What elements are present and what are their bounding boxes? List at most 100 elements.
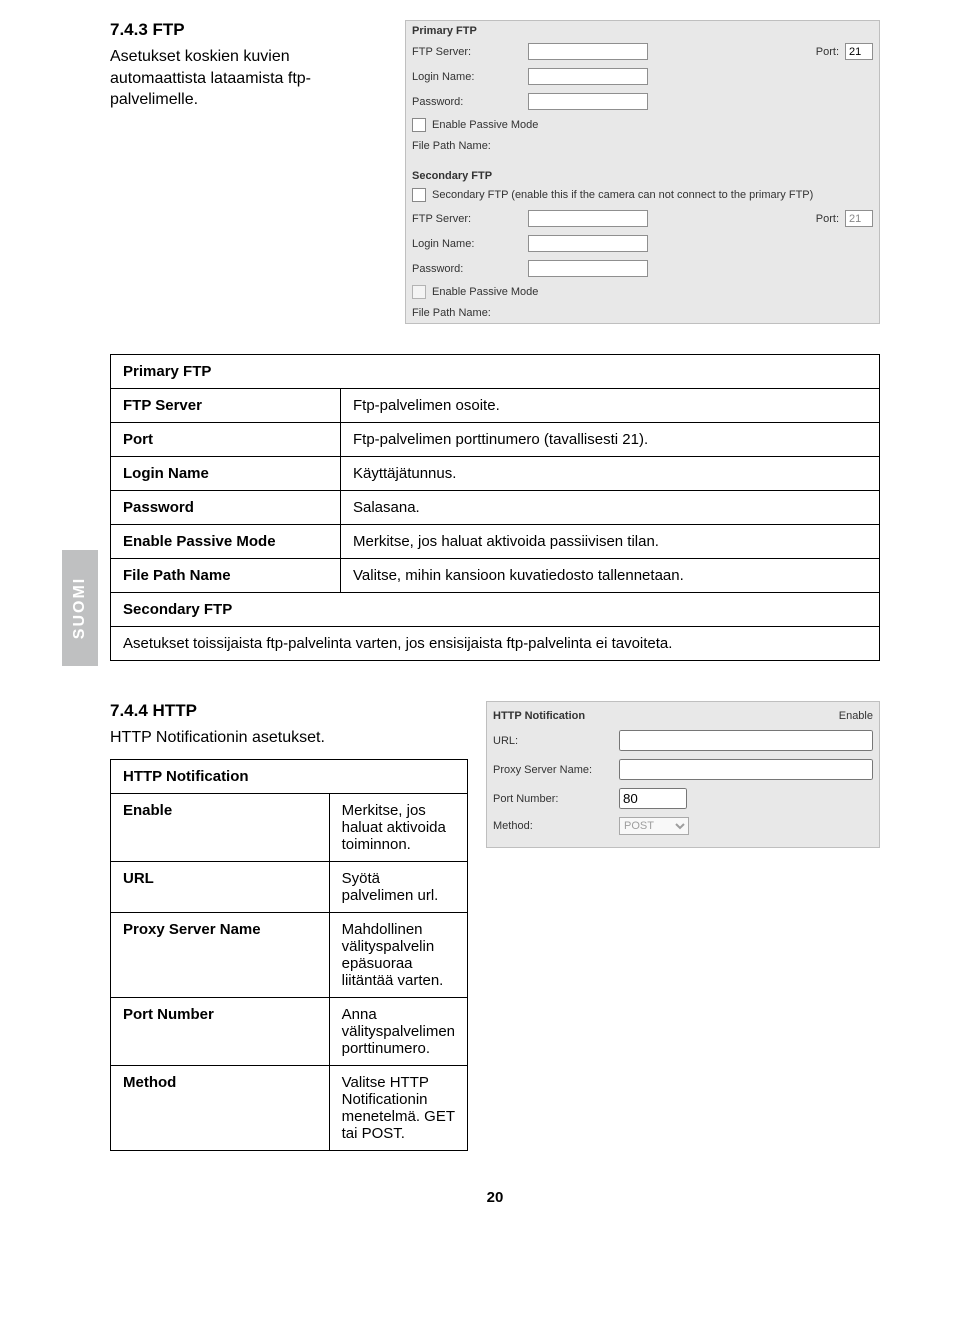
table-key: Password (111, 491, 341, 525)
http-explanation-table: HTTP Notification EnableMerkitse, jos ha… (110, 759, 468, 1151)
secondary-login-input[interactable] (528, 235, 648, 252)
http-proxy-input[interactable] (619, 759, 873, 780)
table-val: Mahdollinen välityspalvelin epäsuoraa li… (329, 912, 467, 997)
http-intro-text: HTTP Notificationin asetukset. (110, 727, 468, 749)
secondary-server-label: FTP Server: (412, 213, 522, 225)
primary-port-label: Port: (816, 46, 839, 58)
table-row: EnableMerkitse, jos haluat aktivoida toi… (111, 793, 468, 861)
table-val: Ftp-palvelimen porttinumero (tavallisest… (341, 423, 880, 457)
secondary-enable-note: Secondary FTP (enable this if the camera… (432, 189, 813, 201)
side-tab-label: SUOMI (71, 577, 89, 639)
table-row: Proxy Server NameMahdollinen välityspalv… (111, 912, 468, 997)
secondary-passive-label: Enable Passive Mode (432, 286, 538, 298)
http-title-row: HTTP Notification Enable (493, 706, 873, 726)
table-val: Ftp-palvelimen osoite. (341, 389, 880, 423)
http-section-row: 7.4.4 HTTP HTTP Notificationin asetukset… (110, 701, 880, 1151)
ftp-settings-panel: Primary FTP FTP Server: Port: Login Name… (405, 20, 880, 324)
password-label: Password: (412, 96, 522, 108)
secondary-passive-row: Enable Passive Mode (406, 281, 879, 303)
table-key: Proxy Server Name (111, 912, 330, 997)
secondary-filepath-label: File Path Name: (412, 307, 522, 319)
table-header-secondary: Secondary FTP (111, 593, 880, 627)
secondary-enable-checkbox[interactable] (412, 188, 426, 202)
secondary-ftp-title: Secondary FTP (406, 166, 879, 184)
table-row: FTP ServerFtp-palvelimen osoite. (111, 389, 880, 423)
table-key: Enable (111, 793, 330, 861)
table-key: Enable Passive Mode (111, 525, 341, 559)
primary-password-row: Password: (406, 89, 879, 114)
primary-passive-row: Enable Passive Mode (406, 114, 879, 136)
table-key: Port Number (111, 997, 330, 1065)
secondary-passive-checkbox[interactable] (412, 285, 426, 299)
http-method-label: Method: (493, 820, 613, 832)
ftp-intro-col: 7.4.3 FTP Asetukset koskien kuvien autom… (110, 20, 387, 111)
primary-passive-checkbox[interactable] (412, 118, 426, 132)
table-val: Käyttäjätunnus. (341, 457, 880, 491)
ftp-heading: 7.4.3 FTP (110, 20, 387, 40)
language-side-tab: SUOMI (62, 550, 98, 666)
primary-ftp-server-row: FTP Server: Port: (406, 39, 879, 64)
http-proxy-label: Proxy Server Name: (493, 764, 613, 776)
primary-port-input[interactable] (845, 43, 873, 60)
primary-passive-label: Enable Passive Mode (432, 119, 538, 131)
primary-login-row: Login Name: (406, 64, 879, 89)
table-key: URL (111, 861, 330, 912)
table-row: PasswordSalasana. (111, 491, 880, 525)
table-val: Merkitse, jos haluat aktivoida passiivis… (341, 525, 880, 559)
ftp-section-row: 7.4.3 FTP Asetukset koskien kuvien autom… (110, 20, 880, 324)
ftp-server-label: FTP Server: (412, 46, 522, 58)
table-val: Valitse HTTP Notificationin menetelmä. G… (329, 1065, 467, 1150)
primary-filepath-row: File Path Name: (406, 136, 879, 156)
table-val: Salasana. (341, 491, 880, 525)
http-port-row: Port Number: (493, 784, 873, 813)
http-method-row: Method: POST (493, 813, 873, 839)
primary-login-input[interactable] (528, 68, 648, 85)
secondary-enable-row: Secondary FTP (enable this if the camera… (406, 184, 879, 206)
ftp-explanation-table: Primary FTP FTP ServerFtp-palvelimen oso… (110, 354, 880, 661)
http-proxy-row: Proxy Server Name: (493, 755, 873, 784)
login-name-label: Login Name: (412, 71, 522, 83)
table-secondary-text: Asetukset toissijaista ftp-palvelinta va… (111, 627, 880, 661)
table-row: MethodValitse HTTP Notificationin menete… (111, 1065, 468, 1150)
table-row: PortFtp-palvelimen porttinumero (tavalli… (111, 423, 880, 457)
table-row: URLSyötä palvelimen url. (111, 861, 468, 912)
table-key: Method (111, 1065, 330, 1150)
http-port-label: Port Number: (493, 793, 613, 805)
http-port-input[interactable] (619, 788, 687, 809)
table-header-primary: Primary FTP (111, 355, 880, 389)
page: SUOMI 7.4.3 FTP Asetukset koskien kuvien… (0, 0, 960, 1341)
primary-password-input[interactable] (528, 93, 648, 110)
http-panel-title: HTTP Notification (493, 710, 585, 722)
table-key: FTP Server (111, 389, 341, 423)
primary-ftp-title: Primary FTP (406, 21, 879, 39)
http-enable-label: Enable (839, 710, 873, 722)
secondary-port-label: Port: (816, 213, 839, 225)
table-val: Syötä palvelimen url. (329, 861, 467, 912)
table-key: Port (111, 423, 341, 457)
table-val: Merkitse, jos haluat aktivoida toiminnon… (329, 793, 467, 861)
table-val: Anna välityspalvelimen porttinumero. (329, 997, 467, 1065)
secondary-password-input[interactable] (528, 260, 648, 277)
page-number: 20 (110, 1189, 880, 1206)
table-row: Enable Passive ModeMerkitse, jos haluat … (111, 525, 880, 559)
http-method-select[interactable]: POST (619, 817, 689, 835)
table-key: File Path Name (111, 559, 341, 593)
secondary-login-label: Login Name: (412, 238, 522, 250)
table-row: File Path NameValitse, mihin kansioon ku… (111, 559, 880, 593)
table-row: Port NumberAnna välityspalvelimen portti… (111, 997, 468, 1065)
http-settings-panel: HTTP Notification Enable URL: Proxy Serv… (486, 701, 880, 848)
secondary-filepath-row: File Path Name: (406, 303, 879, 323)
ftp-intro-text: Asetukset koskien kuvien automaattista l… (110, 46, 387, 111)
http-table-header: HTTP Notification (111, 759, 468, 793)
http-url-label: URL: (493, 735, 613, 747)
primary-ftp-server-input[interactable] (528, 43, 648, 60)
http-heading: 7.4.4 HTTP (110, 701, 468, 721)
http-url-input[interactable] (619, 730, 873, 751)
http-intro-col: 7.4.4 HTTP HTTP Notificationin asetukset… (110, 701, 468, 1151)
secondary-server-row: FTP Server: Port: (406, 206, 879, 231)
secondary-server-input[interactable] (528, 210, 648, 227)
secondary-password-label: Password: (412, 263, 522, 275)
secondary-port-input[interactable] (845, 210, 873, 227)
table-row: Login NameKäyttäjätunnus. (111, 457, 880, 491)
secondary-password-row: Password: (406, 256, 879, 281)
